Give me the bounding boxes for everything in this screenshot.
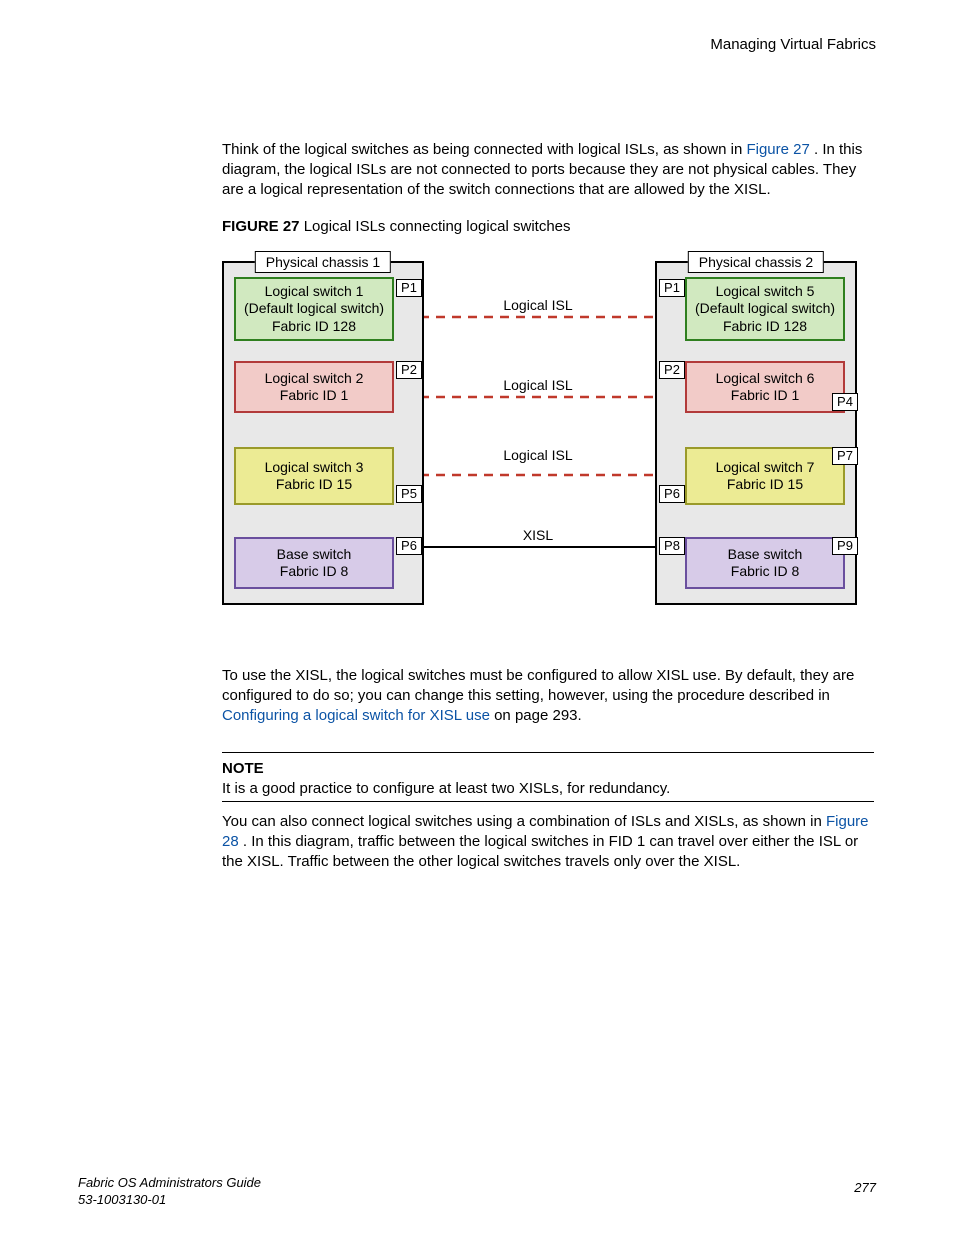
chassis-2-title: Physical chassis 2 xyxy=(688,251,824,273)
logical-switch-6: Logical switch 6 Fabric ID 1 xyxy=(685,361,845,413)
logical-isl-label-1: Logical ISL xyxy=(488,297,588,313)
logical-switch-7: Logical switch 7 Fabric ID 15 xyxy=(685,447,845,505)
text: Fabric ID 128 xyxy=(723,318,807,336)
port-p4: P4 xyxy=(832,393,858,411)
text: Base switch xyxy=(728,546,803,564)
text: Fabric ID 1 xyxy=(731,387,799,405)
text: Logical switch 3 xyxy=(265,459,364,477)
text: Logical switch 2 xyxy=(265,370,364,388)
figure-title: Logical ISLs connecting logical switches xyxy=(300,218,571,235)
logical-isl-label-3: Logical ISL xyxy=(488,447,588,463)
text: Fabric ID 15 xyxy=(276,476,352,494)
port-p6-left: P6 xyxy=(396,537,422,555)
port-p2-right: P2 xyxy=(659,361,685,379)
port-p1-right: P1 xyxy=(659,279,685,297)
text: To use the XISL, the logical switches mu… xyxy=(222,667,854,704)
text: Base switch xyxy=(277,546,352,564)
logical-switch-2: Logical switch 2 Fabric ID 1 xyxy=(234,361,394,413)
xisl-label: XISL xyxy=(488,527,588,543)
text: on page 293. xyxy=(490,707,582,724)
port-p1-left: P1 xyxy=(396,279,422,297)
note-divider-bottom xyxy=(222,801,874,802)
figure-27-link[interactable]: Figure 27 xyxy=(746,141,814,158)
logical-isl-label-2: Logical ISL xyxy=(488,377,588,393)
text: You can also connect logical switches us… xyxy=(222,813,826,830)
note-heading: NOTE xyxy=(222,760,264,777)
text: Logical switch 6 xyxy=(716,370,815,388)
text: (Default logical switch) xyxy=(695,300,835,318)
base-switch-right: Base switch Fabric ID 8 xyxy=(685,537,845,589)
paragraph-intro: Think of the logical switches as being c… xyxy=(222,140,874,199)
chassis-1-title: Physical chassis 1 xyxy=(255,251,391,273)
footer-left: Fabric OS Administrators Guide 53-100313… xyxy=(78,1175,261,1209)
figure-27-diagram: Physical chassis 1 Physical chassis 2 Lo… xyxy=(222,247,854,624)
text: . In this diagram, traffic between the l… xyxy=(222,833,858,870)
logical-switch-5: Logical switch 5 (Default logical switch… xyxy=(685,277,845,341)
figure-caption: FIGURE 27 Logical ISLs connecting logica… xyxy=(222,218,571,235)
port-p5: P5 xyxy=(396,485,422,503)
text: Logical switch 7 xyxy=(716,459,815,477)
text: Logical switch 1 xyxy=(265,283,364,301)
text: Fabric ID 15 xyxy=(727,476,803,494)
logical-switch-3: Logical switch 3 Fabric ID 15 xyxy=(234,447,394,505)
port-p8: P8 xyxy=(659,537,685,555)
base-switch-left: Base switch Fabric ID 8 xyxy=(234,537,394,589)
text: Logical switch 5 xyxy=(716,283,815,301)
configuring-xisl-link[interactable]: Configuring a logical switch for XISL us… xyxy=(222,707,490,724)
text: Fabric ID 8 xyxy=(280,563,348,581)
paragraph-combination: You can also connect logical switches us… xyxy=(222,812,874,871)
text: Fabric ID 1 xyxy=(280,387,348,405)
section-header: Managing Virtual Fabrics xyxy=(710,36,876,53)
logical-switch-1: Logical switch 1 (Default logical switch… xyxy=(234,277,394,341)
footer-page-number: 277 xyxy=(854,1180,876,1195)
paragraph-xisl-config: To use the XISL, the logical switches mu… xyxy=(222,666,874,725)
figure-number: FIGURE 27 xyxy=(222,218,300,235)
port-p7: P7 xyxy=(832,447,858,465)
text: (Default logical switch) xyxy=(244,300,384,318)
footer-guide-title: Fabric OS Administrators Guide xyxy=(78,1175,261,1192)
port-p9: P9 xyxy=(832,537,858,555)
port-p6-right: P6 xyxy=(659,485,685,503)
port-p2-left: P2 xyxy=(396,361,422,379)
note-divider xyxy=(222,752,874,753)
footer-doc-number: 53-1003130-01 xyxy=(78,1192,261,1209)
text: Think of the logical switches as being c… xyxy=(222,141,746,158)
note-text: It is a good practice to configure at le… xyxy=(222,779,874,799)
text: Fabric ID 8 xyxy=(731,563,799,581)
text: Fabric ID 128 xyxy=(272,318,356,336)
